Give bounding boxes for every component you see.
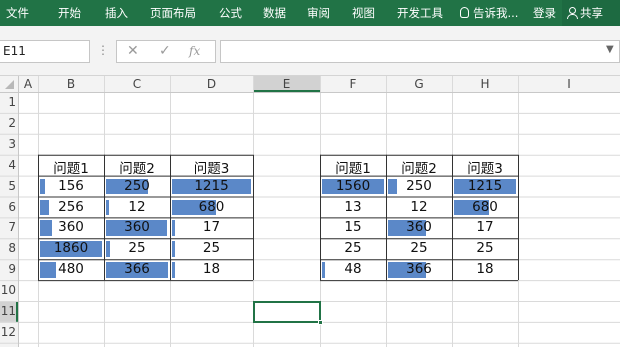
right_table-header-cell[interactable]: 问题3 [452, 157, 518, 177]
right_table-data-cell[interactable]: 366 [386, 261, 452, 277]
left_table-data-cell[interactable]: 360 [38, 219, 104, 235]
row-header-12[interactable]: 12 [0, 325, 16, 339]
tab-view[interactable]: 视图 [352, 5, 375, 21]
right_table-data-cell[interactable]: 25 [452, 240, 518, 256]
left_table-data-cell[interactable]: 156 [38, 178, 104, 194]
right_table-data-cell[interactable]: 18 [452, 261, 518, 277]
right_table-data-cell[interactable]: 1560 [320, 178, 386, 194]
cancel-icon[interactable]: ✕ [127, 43, 139, 59]
left_table-data-cell[interactable]: 25 [170, 240, 253, 256]
tab-formulas[interactable]: 公式 [219, 5, 242, 21]
row-header-8[interactable]: 8 [0, 241, 16, 255]
row-header-10[interactable]: 10 [0, 283, 16, 297]
left_table-header-cell[interactable]: 问题1 [38, 157, 104, 177]
ribbon: 文件 开始 插入 页面布局 公式 数据 审阅 视图 开发工具 告诉我... 登录… [0, 0, 620, 26]
column-header-h[interactable]: H [452, 77, 518, 91]
column-header-f[interactable]: F [320, 77, 386, 91]
left_table-data-cell[interactable]: 18 [170, 261, 253, 277]
column-header-e[interactable]: E [253, 77, 320, 91]
left_table-data-cell[interactable]: 25 [104, 240, 170, 256]
row-header-3[interactable]: 3 [0, 137, 16, 151]
formula-buttons: ✕ ✓ fx [116, 40, 216, 63]
tab-home[interactable]: 开始 [58, 5, 81, 21]
column-header-a[interactable]: A [18, 77, 38, 91]
tab-file[interactable]: 文件 [6, 5, 29, 21]
row-header-5[interactable]: 5 [0, 179, 16, 193]
right_table-header-cell[interactable]: 问题1 [320, 157, 386, 177]
left_table-data-cell[interactable]: 1215 [170, 178, 253, 194]
tell-me-box[interactable]: 告诉我... [460, 5, 518, 21]
row-header-7[interactable]: 7 [0, 220, 16, 234]
right_table-data-cell[interactable]: 1215 [452, 178, 518, 194]
tab-page-layout[interactable]: 页面布局 [150, 5, 196, 21]
login-link[interactable]: 登录 [533, 5, 556, 21]
left_table-data-cell[interactable]: 480 [38, 261, 104, 277]
tab-data[interactable]: 数据 [263, 5, 286, 21]
share-button[interactable]: 共享 [562, 0, 620, 26]
right_table-data-cell[interactable]: 360 [386, 219, 452, 235]
lightbulb-icon [460, 7, 469, 18]
right_table-data-cell[interactable]: 15 [320, 219, 386, 235]
enter-icon[interactable]: ✓ [159, 43, 171, 59]
name-box[interactable]: E11 [0, 40, 90, 63]
fill-handle[interactable] [318, 319, 323, 325]
right_table-data-cell[interactable]: 25 [386, 240, 452, 256]
column-header-c[interactable]: C [104, 77, 170, 91]
row-header-6[interactable]: 6 [0, 200, 16, 214]
column-header-i[interactable]: I [518, 77, 620, 91]
left_table-data-cell[interactable]: 366 [104, 261, 170, 277]
more-dots-icon[interactable]: ⋮ [97, 43, 109, 57]
right_table-data-cell[interactable]: 48 [320, 261, 386, 277]
selected-cell-e11[interactable] [253, 301, 323, 325]
chevron-down-icon[interactable]: ▼ [606, 44, 614, 55]
tell-me-label: 告诉我... [473, 6, 519, 20]
left_table-data-cell[interactable]: 12 [104, 199, 170, 215]
right_table-data-cell[interactable]: 250 [386, 178, 452, 194]
column-header-d[interactable]: D [170, 77, 253, 91]
left_table-data-cell[interactable]: 1860 [38, 240, 104, 256]
row-header-9[interactable]: 9 [0, 262, 16, 276]
share-label: 共享 [580, 6, 603, 20]
right_table-data-cell[interactable]: 680 [452, 199, 518, 215]
left_table-data-cell[interactable]: 250 [104, 178, 170, 194]
left_table-data-cell[interactable]: 680 [170, 199, 253, 215]
tab-insert[interactable]: 插入 [105, 5, 128, 21]
row-header-4[interactable]: 4 [0, 158, 16, 172]
column-header-b[interactable]: B [38, 77, 104, 91]
formula-input[interactable] [220, 40, 620, 63]
row-header-11[interactable]: 11 [0, 304, 16, 318]
row-header-1[interactable]: 1 [0, 95, 16, 109]
column-header-g[interactable]: G [386, 77, 452, 91]
right_table-data-cell[interactable]: 17 [452, 219, 518, 235]
left_table-header-cell[interactable]: 问题2 [104, 157, 170, 177]
left_table-data-cell[interactable]: 256 [38, 199, 104, 215]
tab-developer[interactable]: 开发工具 [397, 5, 443, 21]
formula-bar: E11 ⋮ ✕ ✓ fx ▼ [0, 26, 620, 76]
right_table-header-cell[interactable]: 问题2 [386, 157, 452, 177]
left_table-data-cell[interactable]: 360 [104, 219, 170, 235]
left_table-data-cell[interactable]: 17 [170, 219, 253, 235]
left_table-header-cell[interactable]: 问题3 [170, 157, 253, 177]
tab-review[interactable]: 审阅 [307, 5, 330, 21]
person-icon [567, 7, 578, 19]
right_table-data-cell[interactable]: 13 [320, 199, 386, 215]
right_table-data-cell[interactable]: 12 [386, 199, 452, 215]
fx-icon[interactable]: fx [189, 44, 200, 58]
right_table-data-cell[interactable]: 25 [320, 240, 386, 256]
worksheet-grid[interactable]: A B C D E F G H I 1 2 3 4 5 6 7 8 9 10 11 12 问题1 问题2 问题3 156 250 1… [0, 76, 620, 347]
row-header-2[interactable]: 2 [0, 116, 16, 130]
